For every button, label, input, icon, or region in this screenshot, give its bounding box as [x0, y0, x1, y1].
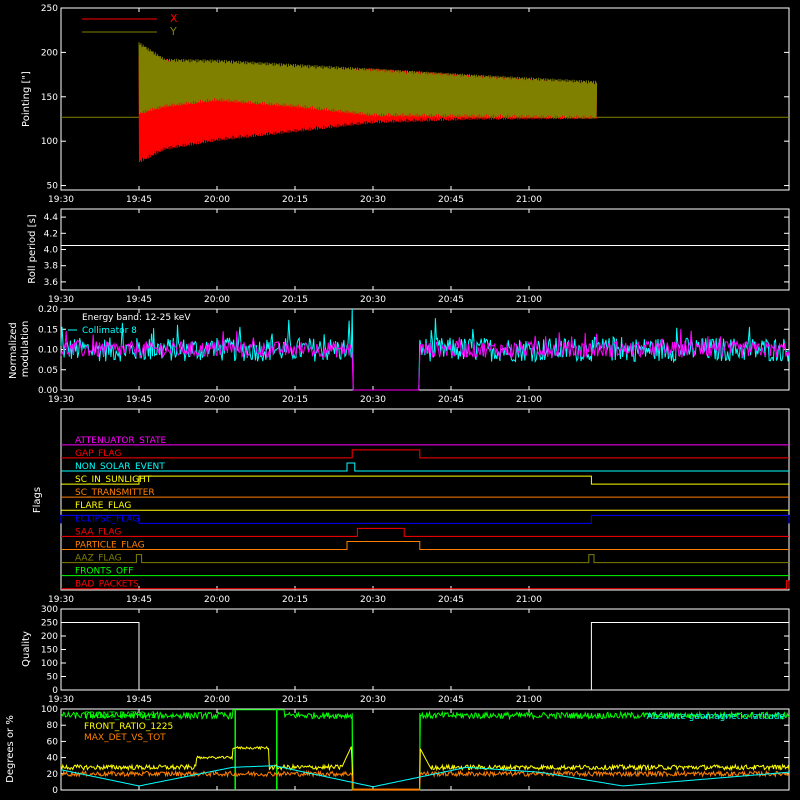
- y-tick-label: 40: [47, 754, 59, 764]
- x-tick-label: 20:30: [360, 695, 386, 705]
- detector-ylabel: Degrees or %: [5, 715, 16, 783]
- y-tick-label: 20: [47, 770, 59, 780]
- y-tick-label: 0.05: [38, 366, 58, 376]
- x-tick-label: 20:45: [438, 395, 464, 405]
- legend-x-label: X: [170, 12, 178, 25]
- x-tick-label: 20:45: [438, 695, 464, 705]
- legend-y-label: Y: [169, 25, 177, 38]
- collimator-legend-label: Collimator 8: [82, 326, 137, 336]
- x-tick-label: 20:45: [438, 295, 464, 305]
- x-tick-label: 20:15: [282, 195, 308, 205]
- x-tick-label: 19:30: [48, 595, 74, 605]
- x-tick-label: 20:45: [438, 195, 464, 205]
- y-tick-label: 4.2: [44, 229, 58, 239]
- x-tick-label: 20:15: [282, 595, 308, 605]
- x-tick-label: 19:30: [48, 695, 74, 705]
- x-tick-label: 21:00: [516, 595, 542, 605]
- y-tick-label: 0: [52, 786, 58, 796]
- x-tick-label: 19:45: [126, 195, 152, 205]
- pointing-ylabel: Pointing ["]: [21, 71, 32, 127]
- x-tick-label: 21:00: [516, 395, 542, 405]
- rhessi-quicklook-figure: Pointing ["] 50100150200250 X Y 19:30 19:…: [0, 0, 800, 800]
- y-tick-label: 200: [41, 48, 58, 58]
- y-tick-label: 100: [41, 137, 58, 147]
- x-tick-label: 20:30: [360, 395, 386, 405]
- x-tick-label: 19:30: [48, 395, 74, 405]
- x-tick-label: 20:00: [204, 595, 230, 605]
- modulation-ylabel: Normalized modulation: [8, 319, 31, 379]
- x-tick-label: 20:00: [204, 695, 230, 705]
- y-tick-label: 0.20: [38, 305, 58, 315]
- quality-ylabel: Quality: [21, 631, 32, 667]
- y-tick-label: 300: [41, 605, 58, 615]
- x-tick-label: 20:45: [438, 595, 464, 605]
- y-tick-label: 250: [41, 619, 58, 629]
- x-tick-label: 19:45: [126, 595, 152, 605]
- y-tick-label: 150: [41, 646, 58, 656]
- y-tick-label: 60: [47, 737, 59, 747]
- x-tick-label: 19:45: [126, 395, 152, 405]
- flags-ylabel: Flags: [32, 487, 43, 513]
- roll-period-ylabel: Roll period [s]: [27, 214, 38, 283]
- y-tick-label: 3.8: [44, 262, 59, 272]
- y-tick-label: 80: [47, 721, 59, 731]
- x-tick-label: 20:30: [360, 195, 386, 205]
- x-tick-label: 20:30: [360, 295, 386, 305]
- y-tick-label: 50: [47, 673, 59, 683]
- y-tick-label: 250: [41, 4, 58, 14]
- legend-max-det-vs-tot: MAX_DET_VS_TOT: [84, 733, 166, 743]
- y-tick-label: 100: [41, 659, 58, 669]
- x-tick-label: 20:00: [204, 395, 230, 405]
- y-tick-label: 4.0: [44, 246, 59, 256]
- legend-front-ratio-1: FRONT_RATIO_1: [84, 711, 156, 721]
- y-tick-label: 100: [41, 705, 58, 715]
- x-tick-label: 21:00: [516, 695, 542, 705]
- x-tick-label: 19:30: [48, 195, 74, 205]
- y-tick-label: 0.15: [38, 325, 58, 335]
- x-tick-label: 21:00: [516, 295, 542, 305]
- x-tick-label: 20:00: [204, 295, 230, 305]
- x-tick-label: 20:30: [360, 595, 386, 605]
- x-tick-label: 19:45: [126, 695, 152, 705]
- y-tick-label: 0.10: [38, 346, 58, 356]
- x-tick-label: 20:15: [282, 395, 308, 405]
- latitude-annotation: Absolute geomagnetic latitude: [646, 712, 785, 722]
- y-tick-label: 150: [41, 93, 58, 103]
- x-tick-label: 20:00: [204, 195, 230, 205]
- x-tick-label: 19:45: [126, 295, 152, 305]
- x-tick-label: 19:30: [48, 295, 74, 305]
- x-tick-label: 20:15: [282, 295, 308, 305]
- x-tick-label: 20:15: [282, 695, 308, 705]
- y-tick-label: 200: [41, 632, 58, 642]
- y-tick-label: 4.4: [44, 213, 59, 223]
- y-tick-label: 50: [47, 182, 59, 192]
- x-tick-label: 21:00: [516, 195, 542, 205]
- energy-band-annotation: Energy band: 12-25 keV: [82, 313, 191, 323]
- y-tick-label: 3.6: [44, 278, 59, 288]
- legend-front-ratio-1225: FRONT_RATIO_1225: [84, 722, 173, 732]
